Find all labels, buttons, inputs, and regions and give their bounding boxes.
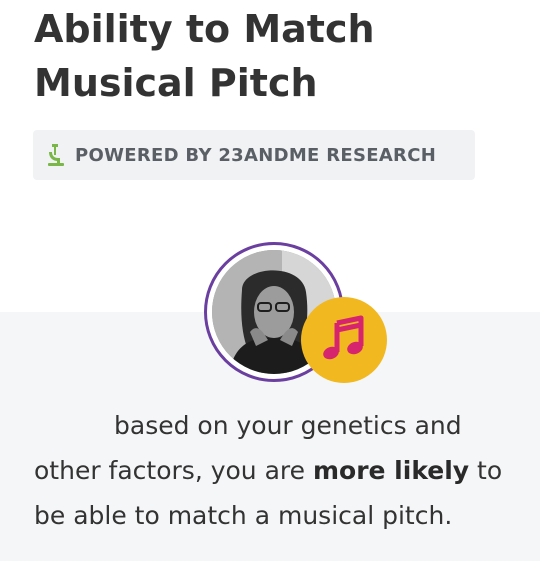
music-note-icon [319,313,369,367]
report-page: Ability to Match Musical Pitch POWERED B… [0,0,540,561]
microscope-icon [45,141,67,169]
music-badge [301,297,387,383]
title-line-2: Musical Pitch [34,61,318,105]
page-title: Ability to Match Musical Pitch [34,2,504,110]
powered-by-badge[interactable]: POWERED BY 23ANDME RESEARCH [33,130,475,180]
title-line-1: Ability to Match [34,7,375,51]
result-emphasis: more likely [312,456,470,485]
powered-by-label: POWERED BY 23ANDME RESEARCH [75,144,437,166]
result-summary: based on your genetics and other factors… [34,403,524,538]
